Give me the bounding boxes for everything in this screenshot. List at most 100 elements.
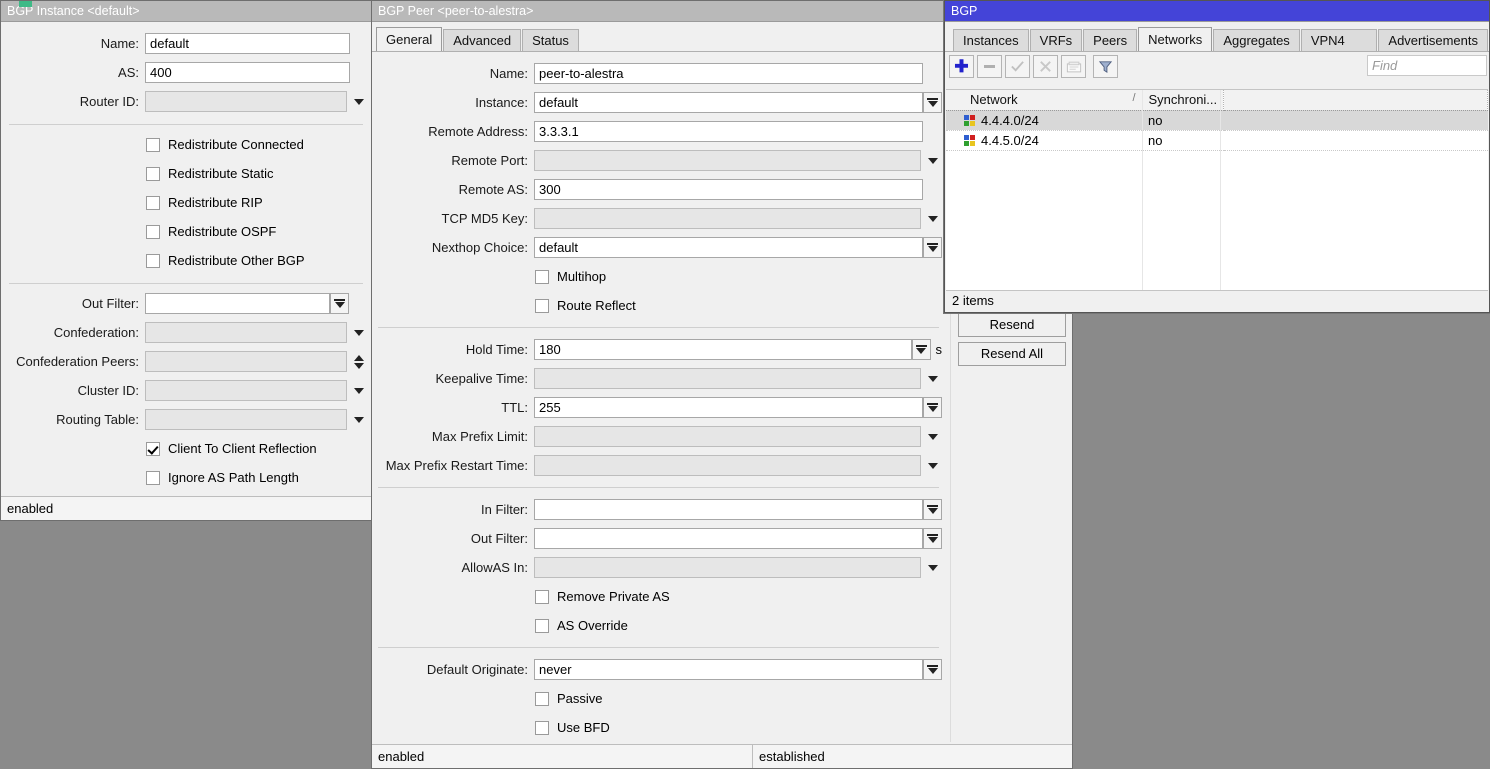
remote-as-input[interactable]: 300: [534, 179, 923, 200]
default-originate-combo-button[interactable]: [923, 659, 942, 680]
remove-private-as-checkbox[interactable]: [535, 590, 549, 604]
router-id-dropdown-button[interactable]: [350, 91, 367, 112]
ignore-as-path-length-checkbox[interactable]: [146, 471, 160, 485]
multihop-checkbox[interactable]: [535, 270, 549, 284]
disable-button[interactable]: [1033, 55, 1058, 78]
form-row-routing-table: Routing Table:: [1, 405, 371, 434]
label-in-filter: In Filter:: [372, 502, 534, 517]
max-prefix-restart-time-input[interactable]: [534, 455, 921, 476]
checkbox-row-multihop[interactable]: Multihop: [535, 262, 945, 291]
comment-button[interactable]: [1061, 55, 1086, 78]
nexthop-choice-input[interactable]: default: [534, 237, 923, 258]
as-input[interactable]: 400: [145, 62, 350, 83]
peer-out-filter-combo-button[interactable]: [923, 528, 942, 549]
tab-aggregates[interactable]: Aggregates: [1213, 29, 1300, 51]
as-override-checkbox[interactable]: [535, 619, 549, 633]
bgp-titlebar[interactable]: BGP: [945, 1, 1489, 22]
find-input[interactable]: Find: [1367, 55, 1487, 76]
confederation-peers-spinner[interactable]: [350, 351, 367, 372]
tab-general[interactable]: General: [376, 27, 442, 51]
tab-instances[interactable]: Instances: [953, 29, 1029, 51]
redistribute-rip-checkbox[interactable]: [146, 196, 160, 210]
tcp-md5-key-dropdown-button[interactable]: [924, 208, 941, 229]
redistribute-ospf-label: Redistribute OSPF: [168, 224, 276, 239]
in-filter-combo-button[interactable]: [923, 499, 942, 520]
out-filter-input[interactable]: [145, 293, 330, 314]
cluster-id-dropdown-button[interactable]: [350, 380, 367, 401]
in-filter-input[interactable]: [534, 499, 923, 520]
keepalive-time-dropdown-button[interactable]: [924, 368, 941, 389]
peer-instance-combo-button[interactable]: [923, 92, 942, 113]
enable-button[interactable]: [1005, 55, 1030, 78]
client-to-client-reflection-checkbox[interactable]: [146, 442, 160, 456]
keepalive-time-input[interactable]: [534, 368, 921, 389]
checkbox-row-redistribute-other-bgp[interactable]: Redistribute Other BGP: [146, 246, 371, 275]
checkbox-row-redistribute-connected[interactable]: Redistribute Connected: [146, 130, 371, 159]
router-id-input[interactable]: [145, 91, 347, 112]
tab-vpn4-routes[interactable]: VPN4 Routes: [1301, 29, 1378, 51]
label-peer-instance: Instance:: [372, 95, 534, 110]
cluster-id-input[interactable]: [145, 380, 347, 401]
confederation-peers-input[interactable]: [145, 351, 347, 372]
use-bfd-checkbox[interactable]: [535, 721, 549, 735]
checkbox-row-use-bfd[interactable]: Use BFD: [535, 713, 945, 742]
max-prefix-limit-input[interactable]: [534, 426, 921, 447]
remote-address-input[interactable]: 3.3.3.1: [534, 121, 923, 142]
name-input[interactable]: default: [145, 33, 350, 54]
table-row[interactable]: 4.4.4.0/24 no: [946, 110, 1488, 130]
peer-name-input[interactable]: peer-to-alestra: [534, 63, 923, 84]
remove-button[interactable]: [977, 55, 1002, 78]
remote-port-input[interactable]: [534, 150, 921, 171]
out-filter-combo-button[interactable]: [330, 293, 349, 314]
chevron-down-icon: [928, 565, 938, 571]
nexthop-choice-combo-button[interactable]: [923, 237, 942, 258]
redistribute-connected-checkbox[interactable]: [146, 138, 160, 152]
max-prefix-limit-dropdown-button[interactable]: [924, 426, 941, 447]
route-reflect-checkbox[interactable]: [535, 299, 549, 313]
checkbox-row-remove-private-as[interactable]: Remove Private AS: [535, 582, 945, 611]
redistribute-static-checkbox[interactable]: [146, 167, 160, 181]
default-originate-input[interactable]: never: [534, 659, 923, 680]
ttl-combo-button[interactable]: [923, 397, 942, 418]
routing-table-dropdown-button[interactable]: [350, 409, 367, 430]
checkbox-row-redistribute-ospf[interactable]: Redistribute OSPF: [146, 217, 371, 246]
bgp-instance-titlebar[interactable]: BGP Instance <default>: [1, 1, 371, 22]
routing-table-input[interactable]: [145, 409, 347, 430]
hold-time-combo-button[interactable]: [912, 339, 931, 360]
remote-port-dropdown-button[interactable]: [924, 150, 941, 171]
checkbox-row-route-reflect[interactable]: Route Reflect: [535, 291, 945, 320]
checkbox-row-passive[interactable]: Passive: [535, 684, 945, 713]
allowas-in-input[interactable]: [534, 557, 921, 578]
redistribute-ospf-checkbox[interactable]: [146, 225, 160, 239]
checkbox-row-ignore-as-path-length[interactable]: Ignore AS Path Length: [146, 463, 371, 492]
peer-out-filter-input[interactable]: [534, 528, 923, 549]
confederation-input[interactable]: [145, 322, 347, 343]
tab-status[interactable]: Status: [522, 29, 579, 51]
tab-networks[interactable]: Networks: [1138, 27, 1212, 51]
allowas-in-dropdown-button[interactable]: [924, 557, 941, 578]
tab-advanced[interactable]: Advanced: [443, 29, 521, 51]
passive-checkbox[interactable]: [535, 692, 549, 706]
table-row[interactable]: 4.4.5.0/24 no: [946, 130, 1488, 150]
column-header-synchronize[interactable]: Synchroni...: [1142, 90, 1224, 110]
checkbox-row-redistribute-rip[interactable]: Redistribute RIP: [146, 188, 371, 217]
filter-button[interactable]: [1093, 55, 1118, 78]
confederation-dropdown-button[interactable]: [350, 322, 367, 343]
checkbox-row-client-to-client-reflection[interactable]: Client To Client Reflection: [146, 434, 371, 463]
tcp-md5-key-input[interactable]: [534, 208, 921, 229]
add-button[interactable]: ✚: [949, 55, 974, 78]
ttl-input[interactable]: 255: [534, 397, 923, 418]
checkbox-row-as-override[interactable]: AS Override: [535, 611, 945, 640]
redistribute-other-bgp-checkbox[interactable]: [146, 254, 160, 268]
resend-all-button[interactable]: Resend All: [958, 342, 1066, 366]
tab-vrfs[interactable]: VRFs: [1030, 29, 1083, 51]
tab-peers[interactable]: Peers: [1083, 29, 1137, 51]
checkbox-row-redistribute-static[interactable]: Redistribute Static: [146, 159, 371, 188]
label-confederation: Confederation:: [1, 325, 145, 340]
resend-button[interactable]: Resend: [958, 313, 1066, 337]
tab-advertisements[interactable]: Advertisements: [1378, 29, 1488, 51]
hold-time-input[interactable]: 180: [534, 339, 912, 360]
peer-instance-input[interactable]: default: [534, 92, 923, 113]
max-prefix-restart-time-dropdown-button[interactable]: [924, 455, 941, 476]
column-header-network[interactable]: Network /: [946, 90, 1142, 110]
